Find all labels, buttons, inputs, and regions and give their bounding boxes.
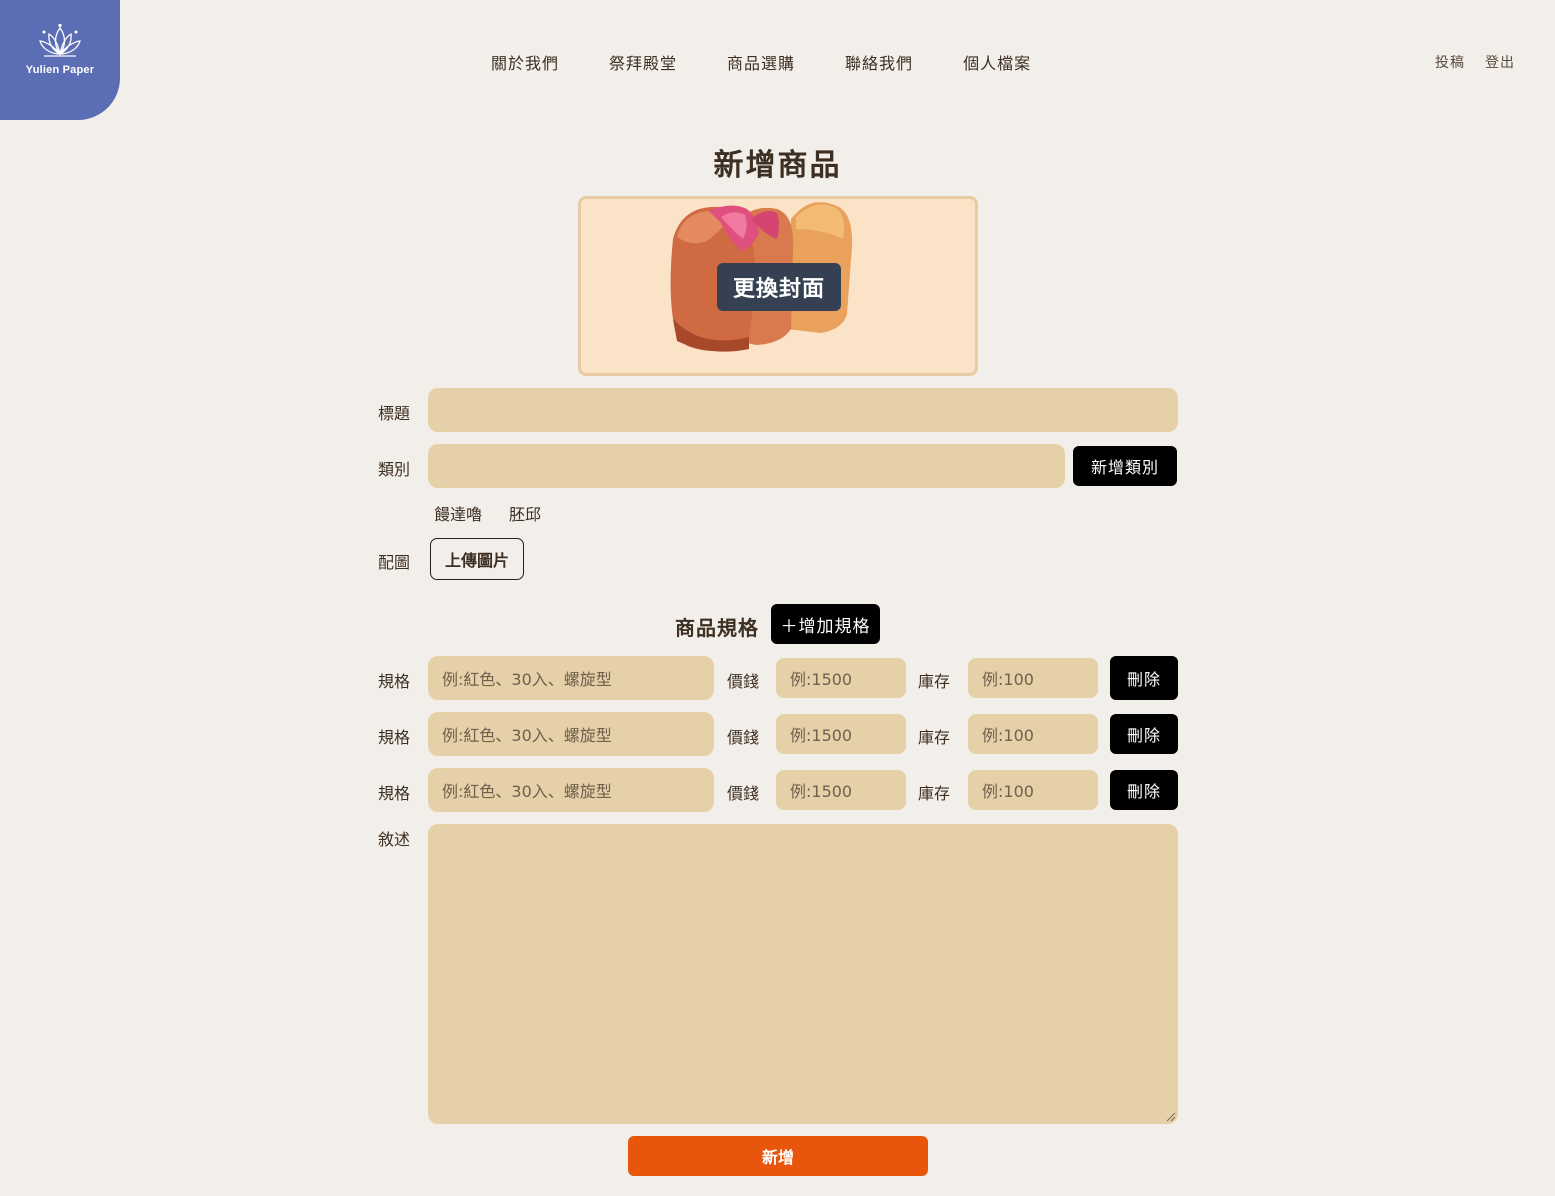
price-label: 價錢 <box>727 728 760 747</box>
account-nav: 投稿 登出 <box>1435 52 1515 72</box>
category-label: 類別 <box>378 460 411 479</box>
delete-spec-button[interactable]: 刪除 <box>1110 714 1178 754</box>
stock-input[interactable]: 例:100 <box>968 658 1098 698</box>
spec-section-title: 商品規格 <box>675 616 759 640</box>
price-label: 價錢 <box>727 784 760 803</box>
description-textarea[interactable] <box>428 824 1178 1124</box>
nav-shop[interactable]: 商品選購 <box>727 50 795 74</box>
category-input[interactable] <box>428 444 1065 488</box>
stock-label: 庫存 <box>918 672 951 691</box>
nav-contact[interactable]: 聯絡我們 <box>845 50 913 74</box>
change-cover-button[interactable]: 更換封面 <box>717 263 841 311</box>
page-title: 新增商品 <box>713 148 842 183</box>
spec-label: 規格 <box>378 728 411 747</box>
resize-handle-icon[interactable] <box>1166 1112 1176 1122</box>
delete-spec-button[interactable]: 刪除 <box>1110 770 1178 810</box>
logout-link[interactable]: 登出 <box>1485 52 1515 72</box>
stock-label: 庫存 <box>918 728 951 747</box>
spec-input[interactable]: 例:紅色、30入、螺旋型 <box>428 712 714 756</box>
spec-input[interactable]: 例:紅色、30入、螺旋型 <box>428 768 714 812</box>
price-input[interactable]: 例:1500 <box>776 770 906 810</box>
image-label: 配圖 <box>378 553 411 572</box>
description-label: 敘述 <box>378 830 411 849</box>
price-input[interactable]: 例:1500 <box>776 658 906 698</box>
delete-spec-button[interactable]: 刪除 <box>1110 656 1178 700</box>
price-label: 價錢 <box>727 672 760 691</box>
spec-label: 規格 <box>378 672 411 691</box>
title-label: 標題 <box>378 404 411 423</box>
nav-profile[interactable]: 個人檔案 <box>963 50 1031 74</box>
add-category-button[interactable]: 新增類別 <box>1073 446 1177 486</box>
nav-shrine[interactable]: 祭拜殿堂 <box>609 50 677 74</box>
site-logo[interactable]: Yulien Paper <box>0 0 120 120</box>
spec-label: 規格 <box>378 784 411 803</box>
spec-input[interactable]: 例:紅色、30入、螺旋型 <box>428 656 714 700</box>
upload-image-button[interactable]: 上傳圖片 <box>430 538 524 580</box>
nav-about[interactable]: 關於我們 <box>491 50 559 74</box>
price-input[interactable]: 例:1500 <box>776 714 906 754</box>
stock-label: 庫存 <box>918 784 951 803</box>
cover-image[interactable]: 更換封面 <box>578 196 978 376</box>
logo-text: Yulien Paper <box>25 64 95 76</box>
main-nav: 關於我們 祭拜殿堂 商品選購 聯絡我們 個人檔案 <box>466 50 1056 74</box>
category-tag[interactable]: 胚邱 <box>509 501 541 525</box>
stock-input[interactable]: 例:100 <box>968 714 1098 754</box>
stock-input[interactable]: 例:100 <box>968 770 1098 810</box>
submit-button[interactable]: 新增 <box>628 1136 928 1176</box>
add-spec-button[interactable]: ＋增加規格 <box>771 604 880 644</box>
title-input[interactable] <box>428 388 1178 432</box>
lotus-icon <box>39 24 81 57</box>
category-tag[interactable]: 饅達嚕 <box>434 501 482 525</box>
submit-post-link[interactable]: 投稿 <box>1435 52 1465 72</box>
